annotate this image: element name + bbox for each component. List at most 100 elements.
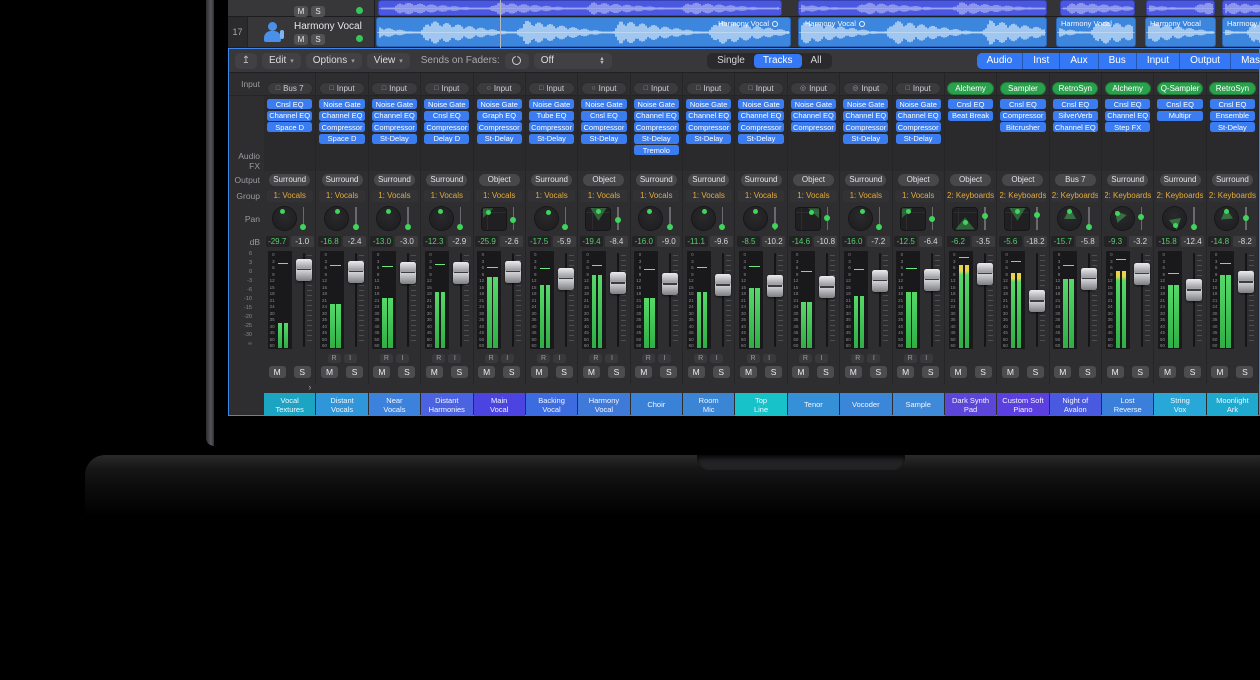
fx-plugin-slot[interactable]: Noise Gate: [738, 99, 783, 109]
group-select-button[interactable]: 1: Vocals: [424, 190, 470, 202]
fader-handle[interactable]: [924, 269, 940, 291]
group-select-button[interactable]: 1: Vocals: [633, 190, 679, 202]
fader-db-value[interactable]: -2.6: [500, 236, 523, 247]
mute-button[interactable]: M: [740, 366, 757, 378]
fx-plugin-slot[interactable]: Noise Gate: [791, 99, 836, 109]
solo-button[interactable]: S: [975, 366, 992, 378]
sends-mode-popup[interactable]: Off ▲▼: [534, 53, 612, 69]
fx-plugin-slot[interactable]: Compressor: [791, 122, 836, 132]
group-select-button[interactable]: 1: Vocals: [319, 190, 365, 202]
volume-fader[interactable]: [819, 251, 835, 349]
mute-button[interactable]: M: [426, 366, 443, 378]
fx-plugin-slot[interactable]: Noise Gate: [686, 99, 731, 109]
fx-plugin-slot[interactable]: Multipr: [1157, 111, 1202, 121]
mute-button[interactable]: M: [321, 366, 338, 378]
solo-button[interactable]: S: [817, 366, 834, 378]
fx-plugin-slot[interactable]: Step FX: [1105, 122, 1150, 132]
volume-fader[interactable]: [1186, 251, 1202, 349]
sends-power-button[interactable]: [505, 53, 529, 69]
mute-button[interactable]: M: [294, 34, 308, 45]
instrument-select-button[interactable]: Alchemy: [947, 82, 993, 95]
pan-mini-slider[interactable]: [929, 207, 936, 230]
fader-db-value[interactable]: -5.8: [1076, 236, 1099, 247]
channel-name-tab[interactable]: MoonlightArk: [1207, 393, 1258, 416]
channel-name-tab[interactable]: DistantVocals: [316, 393, 367, 416]
fader-handle[interactable]: [296, 259, 312, 281]
fx-plugin-slot[interactable]: SilverVerb: [1053, 111, 1098, 121]
input-select-button[interactable]: □Input: [686, 82, 732, 95]
solo-button[interactable]: S: [556, 366, 573, 378]
pan-knob[interactable]: [639, 207, 662, 230]
input-monitor-button[interactable]: I: [605, 354, 618, 363]
output-select-button[interactable]: Surround: [374, 174, 415, 186]
record-enable-button[interactable]: R: [485, 354, 498, 363]
volume-fader[interactable]: [453, 251, 469, 349]
fx-plugin-slot[interactable]: Noise Gate: [372, 99, 417, 109]
fx-plugin-slot[interactable]: Cnsl EQ: [1105, 99, 1150, 109]
solo-button[interactable]: S: [713, 366, 730, 378]
fx-plugin-slot[interactable]: Space D: [267, 122, 312, 132]
fader-db-value[interactable]: -12.4: [1181, 236, 1204, 247]
pan-knob[interactable]: [1058, 207, 1081, 230]
input-select-button[interactable]: □Input: [424, 82, 470, 95]
channel-name-tab[interactable]: Vocoder: [840, 393, 891, 416]
pan-mini-slider[interactable]: [1138, 207, 1145, 230]
fx-plugin-slot[interactable]: St-Delay: [738, 134, 783, 144]
fx-plugin-slot[interactable]: Noise Gate: [634, 99, 679, 109]
volume-fader[interactable]: [1081, 251, 1097, 349]
fader-handle[interactable]: [558, 268, 574, 290]
fader-db-value[interactable]: -7.2: [867, 236, 890, 247]
output-select-button[interactable]: Surround: [1212, 174, 1253, 186]
fx-plugin-slot[interactable]: Channel EQ: [1105, 111, 1150, 121]
mute-button[interactable]: M: [269, 366, 286, 378]
pan-mini-slider[interactable]: [404, 207, 411, 230]
fx-plugin-slot[interactable]: Compressor: [738, 122, 783, 132]
output-select-button[interactable]: Surround: [322, 174, 363, 186]
fx-plugin-slot[interactable]: Channel EQ: [319, 111, 364, 121]
pan-knob[interactable]: [430, 207, 453, 230]
instrument-select-button[interactable]: RetroSyn: [1052, 82, 1098, 95]
fader-handle[interactable]: [348, 261, 364, 283]
channel-name-tab[interactable]: TopLine: [735, 393, 786, 416]
solo-button[interactable]: S: [765, 366, 782, 378]
channel-name-tab[interactable]: StringVox: [1154, 393, 1205, 416]
fx-plugin-slot[interactable]: Tube EQ: [529, 111, 574, 121]
fx-plugin-slot[interactable]: Noise Gate: [843, 99, 888, 109]
pan-mini-slider[interactable]: [1033, 207, 1040, 230]
record-enable-button[interactable]: R: [537, 354, 550, 363]
pan-mini-slider[interactable]: [719, 207, 726, 230]
filter-output[interactable]: Output: [1179, 53, 1230, 69]
input-select-button[interactable]: □Input: [633, 82, 679, 95]
fx-plugin-slot[interactable]: Compressor: [896, 122, 941, 132]
group-select-button[interactable]: 1: Vocals: [581, 190, 627, 202]
audio-region[interactable]: [1222, 0, 1260, 16]
track-name[interactable]: Harmony Vocal: [294, 21, 362, 32]
fader-db-value[interactable]: -2.4: [343, 236, 366, 247]
fx-plugin-slot[interactable]: St-Delay: [581, 134, 626, 144]
fader-db-value[interactable]: -5.9: [553, 236, 576, 247]
fx-plugin-slot[interactable]: Graph EQ: [477, 111, 522, 121]
fx-plugin-slot[interactable]: Noise Gate: [896, 99, 941, 109]
output-select-button[interactable]: Object: [1002, 174, 1043, 186]
pan-knob[interactable]: [1163, 207, 1186, 230]
fx-plugin-slot[interactable]: Channel EQ: [896, 111, 941, 121]
pan-mini-slider[interactable]: [457, 207, 464, 230]
filter-bus[interactable]: Bus: [1098, 53, 1136, 69]
audio-region[interactable]: Harmony Vocal: [376, 17, 791, 47]
volume-fader[interactable]: [610, 251, 626, 349]
fader-db-value[interactable]: -9.6: [710, 236, 733, 247]
input-select-button[interactable]: □Input: [895, 82, 941, 95]
mute-button[interactable]: M: [583, 366, 600, 378]
fader-db-value[interactable]: -3.5: [972, 236, 995, 247]
instrument-select-button[interactable]: Alchemy: [1105, 82, 1151, 95]
fader-handle[interactable]: [715, 274, 731, 296]
fx-plugin-slot[interactable]: Beat Break: [948, 111, 993, 121]
fader-handle[interactable]: [662, 273, 678, 295]
fader-handle[interactable]: [977, 263, 993, 285]
input-monitor-button[interactable]: I: [448, 354, 461, 363]
fader-db-value[interactable]: -3.0: [395, 236, 418, 247]
record-enable-button[interactable]: R: [642, 354, 655, 363]
audio-region[interactable]: [1060, 0, 1135, 16]
fx-plugin-slot[interactable]: Compressor: [634, 122, 679, 132]
input-select-button[interactable]: □Bus 7: [267, 82, 313, 95]
